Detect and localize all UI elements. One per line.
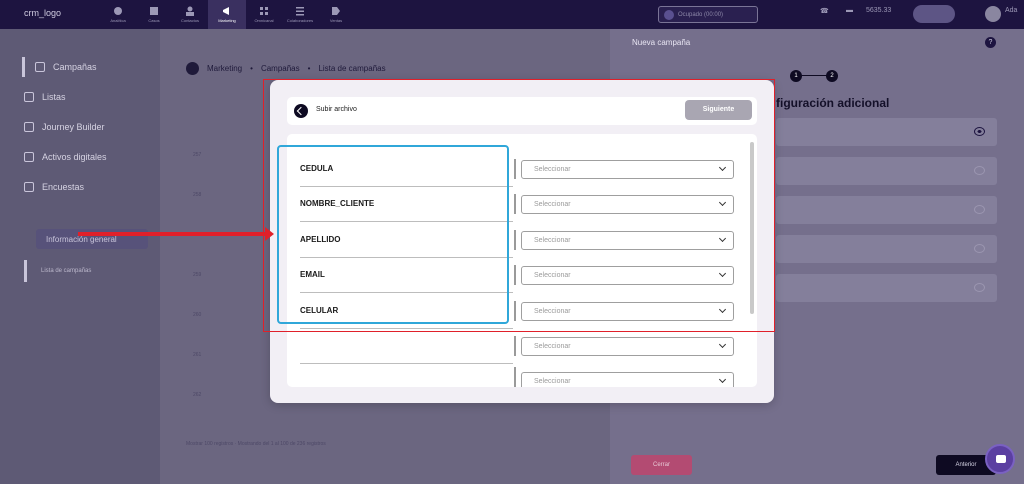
main-nav: Analítica Casos Contactos Marketing Omni… [100, 0, 354, 29]
add-icon[interactable] [186, 62, 199, 75]
table-row: 257 [193, 152, 202, 158]
close-button[interactable]: Cerrar [631, 455, 692, 475]
help-icon[interactable]: ? [985, 37, 996, 48]
nav-marketing[interactable]: Marketing [208, 0, 246, 29]
chevron-down-icon [718, 375, 727, 384]
step-2: 2 [826, 70, 838, 82]
table-row: 262 [193, 392, 202, 398]
list-icon [296, 7, 304, 16]
row-divider [300, 363, 513, 364]
avatar[interactable] [985, 6, 1001, 22]
grid-icon [24, 152, 34, 162]
config-card[interactable] [776, 274, 997, 302]
eye-off-icon[interactable] [974, 205, 985, 214]
nav-contactos[interactable]: Contactos [172, 0, 208, 29]
search-toggle[interactable] [913, 5, 955, 23]
agent-status-select[interactable]: Ocupado (00:00) [658, 6, 758, 23]
step-1: 1 [790, 70, 802, 82]
grid-icon [260, 7, 268, 15]
status-icon [664, 9, 674, 20]
megaphone-icon [35, 62, 45, 72]
panel-title: Nueva campaña [632, 38, 691, 47]
chat-bubble-icon[interactable] [985, 444, 1015, 474]
balance-value: 5635.33 [866, 7, 892, 14]
sidebar-sub-lista[interactable]: Lista de campañas [24, 260, 91, 282]
megaphone-icon [223, 7, 229, 15]
phone-icon[interactable]: ☎ [820, 7, 829, 15]
nav-colaboradores[interactable]: Colaboradores [282, 0, 318, 29]
list-icon [24, 92, 34, 102]
eye-off-icon[interactable] [974, 166, 985, 175]
nav-omnicanal[interactable]: Omnicanal [246, 0, 282, 29]
column-select[interactable]: Seleccionar [521, 372, 734, 387]
top-navbar: crm_logo Analítica Casos Contactos Marke… [0, 0, 1024, 29]
sidebar-item-listas[interactable]: Listas [24, 87, 66, 107]
nav-analitica[interactable]: Analítica [100, 0, 136, 29]
sidebar-item-campanas[interactable]: Campañas [22, 57, 97, 77]
table-row: 261 [193, 352, 202, 358]
config-card[interactable] [776, 196, 997, 224]
table-row: 259 [193, 272, 202, 278]
sidebar-item-encuestas[interactable]: Encuestas [24, 177, 84, 197]
step-connector [802, 75, 827, 76]
sidebar-item-activos[interactable]: Activos digitales [24, 147, 107, 167]
eye-off-icon[interactable] [974, 283, 985, 292]
eye-off-icon[interactable] [974, 244, 985, 253]
section-heading: figuración adicional [776, 96, 890, 110]
nav-casos[interactable]: Casos [136, 0, 172, 29]
crm-logo[interactable]: crm_logo [24, 8, 61, 18]
users-icon [186, 6, 194, 16]
table-row: 258 [193, 192, 202, 198]
person-icon [24, 122, 34, 132]
layers-icon [150, 7, 158, 15]
config-card[interactable] [776, 235, 997, 263]
column-select[interactable]: Seleccionar [521, 337, 734, 356]
annotation-blue-box [277, 145, 509, 324]
row-separator [514, 336, 516, 356]
breadcrumb: Marketing • Campañas • Lista de campañas [186, 62, 386, 75]
clipboard-icon [24, 182, 34, 192]
chevron-down-icon [718, 340, 727, 349]
nav-ventas[interactable]: Ventas [318, 0, 354, 29]
chart-icon [114, 7, 122, 15]
table-footer: Mostrar 100 registros · Mostrando del 1 … [186, 441, 326, 447]
tag-icon [332, 7, 340, 15]
table-row: 260 [193, 312, 202, 318]
user-name: Ada [1005, 7, 1018, 14]
config-card[interactable] [776, 118, 997, 146]
config-card[interactable] [776, 157, 997, 185]
wallet-icon: ▬ [846, 7, 853, 14]
annotation-arrow [78, 232, 268, 236]
annotation-arrowhead [265, 227, 274, 241]
row-separator [514, 367, 516, 387]
sidebar-item-journey[interactable]: Journey Builder [24, 117, 105, 137]
eye-icon[interactable] [974, 127, 985, 136]
